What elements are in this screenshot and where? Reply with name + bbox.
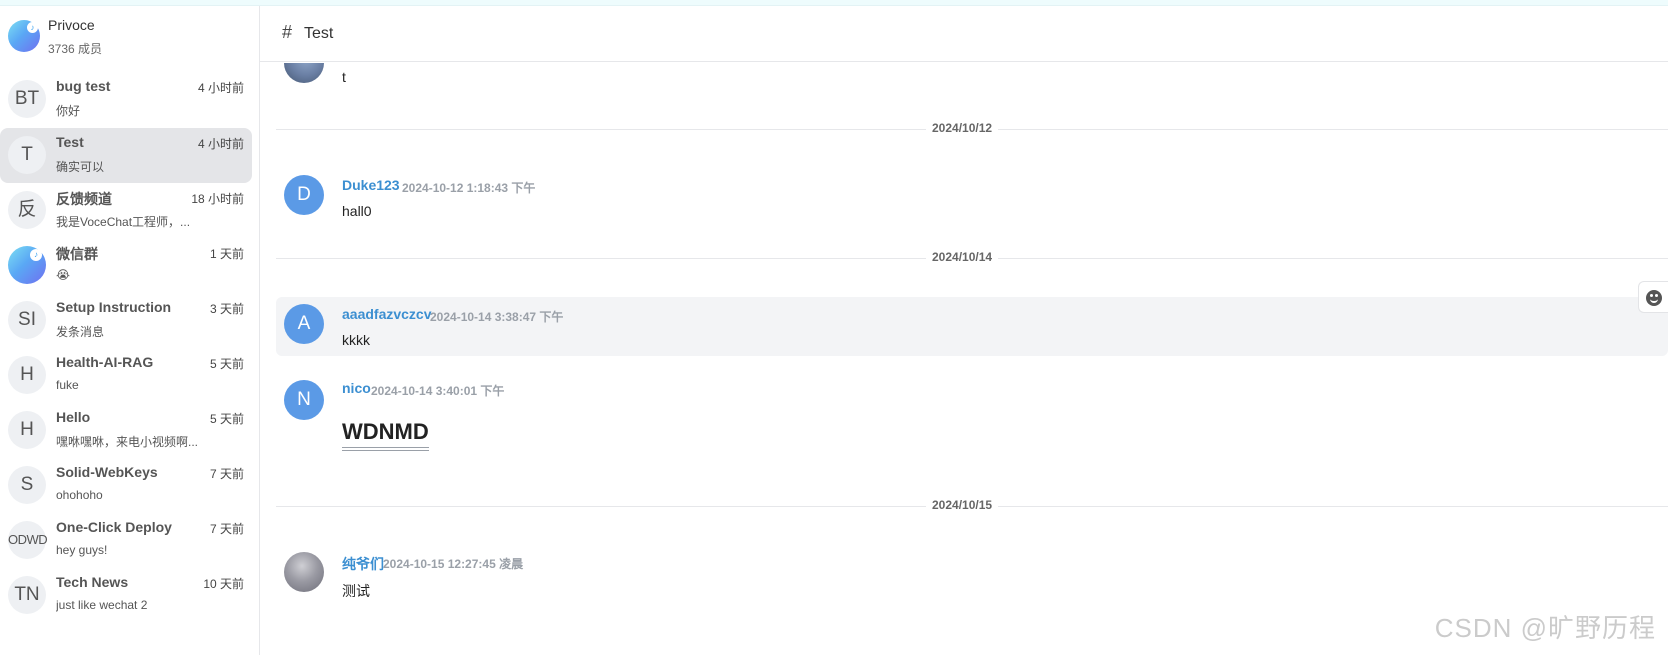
channel-title: Health-AI-RAG	[56, 354, 154, 370]
server-logo: ♪	[8, 20, 40, 52]
channel-preview: 确实可以	[56, 160, 105, 174]
channel-avatar: TN	[8, 576, 46, 614]
channel-preview: ohohoho	[56, 488, 103, 502]
server-member-count: 3736 成员	[48, 42, 103, 56]
date-divider: 2024/10/15	[276, 498, 1668, 512]
channel-avatar: ODWD	[8, 521, 48, 559]
channel-title: Tech News	[56, 574, 129, 590]
message-heading-text: WDNMD	[342, 419, 429, 451]
channel-item-tech-news[interactable]: TN Tech News 10 天前 just like wechat 2	[0, 568, 252, 623]
message-item: A aaadfazvczcv 2024-10-14 3:38:47 下午 kkk…	[276, 297, 1668, 356]
user-avatar[interactable]: N	[284, 380, 324, 420]
channel-item-solid-webkeys[interactable]: S Solid-WebKeys 7 天前 ohohoho	[0, 458, 252, 513]
message-text: kkkk	[342, 332, 370, 348]
message-item: 纯爷们 2024-10-15 12:27:45 凌晨 测试	[276, 543, 1668, 603]
message-timestamp: 2024-10-15 12:27:45 凌晨	[383, 557, 524, 571]
channel-title: bug test	[56, 78, 111, 94]
date-divider: 2024/10/12	[276, 121, 1668, 135]
channel-item-setup-instruction[interactable]: SI Setup Instruction 3 天前 发条消息	[0, 293, 252, 348]
channel-title: 反馈频道	[56, 191, 112, 207]
channel-avatar: H	[8, 411, 46, 449]
channel-item-wechat-group[interactable]: ♪ 微信群 1 天前 😭	[0, 238, 252, 293]
channel-item-bug-test[interactable]: BT bug test 4 小时前 你好	[0, 72, 252, 127]
message-item: N nico 2024-10-14 3:40:01 下午 WDNMD	[276, 363, 1668, 463]
message-feed[interactable]: t 2024/10/12 D Duke123 2024-10-12 1:18:4…	[260, 63, 1668, 655]
channel-title: 微信群	[56, 246, 98, 262]
message-author[interactable]: 纯爷们	[342, 554, 384, 574]
channel-item-test[interactable]: T Test 4 小时前 确实可以	[0, 128, 252, 183]
message-timestamp: 2024-10-12 1:18:43 下午	[402, 181, 536, 195]
channel-header: # Test	[260, 6, 1668, 62]
message-text: t	[342, 69, 346, 85]
voice-icon: ♪	[27, 22, 38, 33]
date-divider: 2024/10/14	[276, 250, 1668, 264]
channel-preview: 嘿咻嘿咻，来电小视频啊...	[56, 435, 199, 449]
channel-time: 7 天前	[209, 467, 244, 481]
smiley-icon	[1646, 290, 1662, 306]
channel-item-hello[interactable]: H Hello 5 天前 嘿咻嘿咻，来电小视频啊...	[0, 403, 252, 458]
user-avatar[interactable]: D	[284, 175, 324, 215]
channel-preview: 你好	[56, 104, 81, 118]
date-divider-label: 2024/10/14	[926, 250, 999, 264]
message-author[interactable]: aaadfazvczcv	[342, 306, 432, 322]
channel-title: Solid-WebKeys	[56, 464, 158, 480]
channel-header-title: Test	[304, 25, 334, 42]
channel-avatar: H	[8, 356, 46, 394]
date-divider-label: 2024/10/15	[926, 498, 999, 512]
channel-time: 7 天前	[209, 522, 244, 536]
message-author[interactable]: nico	[342, 380, 371, 396]
emoji-reaction-button[interactable]	[1638, 281, 1668, 313]
watermark: CSDN @旷野历程	[1434, 613, 1656, 643]
channel-time: 18 小时前	[191, 192, 244, 206]
channel-avatar: 反	[8, 191, 46, 229]
channel-time: 3 天前	[209, 302, 244, 316]
channel-title: One-Click Deploy	[56, 519, 172, 535]
channel-time: 1 天前	[209, 247, 244, 261]
channel-preview: 发条消息	[56, 325, 105, 339]
message-timestamp: 2024-10-14 3:40:01 下午	[371, 384, 505, 398]
channel-preview: hey guys!	[56, 543, 108, 557]
channel-item-health-ai-rag[interactable]: H Health-AI-RAG 5 天前 fuke	[0, 348, 252, 403]
channel-item-feedback[interactable]: 反 反馈频道 18 小时前 我是VoceChat工程师，...	[0, 183, 252, 238]
channel-item-one-click-deploy[interactable]: ODWD One-Click Deploy 7 天前 hey guys!	[0, 513, 252, 568]
channel-time: 4 小时前	[197, 81, 244, 95]
channel-time: 5 天前	[209, 412, 244, 426]
channel-avatar: S	[8, 466, 46, 504]
message-text: hall0	[342, 203, 372, 219]
channel-time: 5 天前	[209, 357, 244, 371]
channel-preview: just like wechat 2	[56, 598, 148, 612]
channel-avatar: SI	[8, 301, 46, 339]
channel-time: 10 天前	[203, 577, 244, 591]
server-name: Privoce	[48, 17, 95, 33]
channel-preview: fuke	[56, 378, 79, 392]
message-item: t	[276, 63, 1668, 93]
channel-time: 4 小时前	[197, 137, 244, 151]
message-text: 测试	[342, 583, 370, 599]
channel-preview: 我是VoceChat工程师，...	[56, 215, 191, 229]
chat-main: # Test t 2024/10/12 D Duke123 2024-10-12…	[260, 6, 1668, 655]
user-avatar[interactable]: A	[284, 304, 324, 344]
channel-sidebar: ♪ Privoce 3736 成员 BT bug test 4 小时前 你好 T…	[0, 6, 260, 655]
channel-preview: 😭	[56, 268, 71, 282]
voice-icon: ♪	[30, 249, 42, 261]
user-avatar[interactable]	[284, 552, 324, 592]
channel-title: Setup Instruction	[56, 299, 172, 315]
message-author[interactable]: Duke123	[342, 177, 400, 193]
message-item: D Duke123 2024-10-12 1:18:43 下午 hall0	[276, 167, 1668, 223]
channel-title: Hello	[56, 409, 91, 425]
channel-avatar: T	[8, 136, 46, 174]
server-header[interactable]: ♪ Privoce 3736 成员	[0, 6, 259, 64]
hash-icon: #	[282, 22, 293, 42]
user-avatar[interactable]	[284, 63, 324, 83]
channel-avatar: ♪	[8, 246, 46, 284]
channel-avatar: BT	[8, 80, 46, 118]
date-divider-label: 2024/10/12	[926, 121, 999, 135]
message-timestamp: 2024-10-14 3:38:47 下午	[430, 310, 564, 324]
channel-title: Test	[56, 134, 84, 150]
